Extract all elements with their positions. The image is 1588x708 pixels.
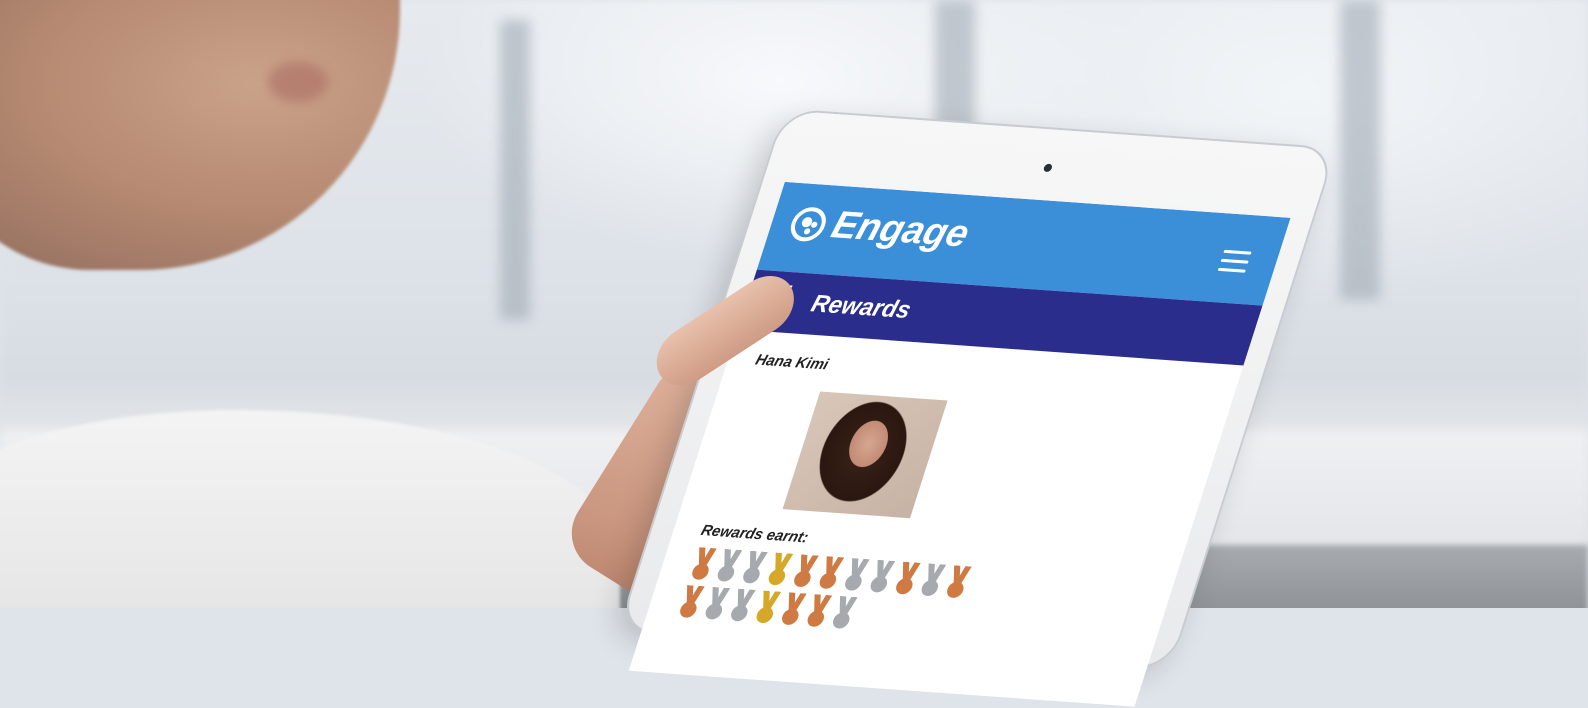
app-name: Engage	[826, 204, 975, 256]
avatar	[782, 391, 948, 519]
camera-icon	[1042, 163, 1054, 173]
engage-logo-icon	[786, 205, 831, 242]
person-lips	[268, 62, 328, 102]
hamburger-menu-icon[interactable]	[1216, 249, 1252, 279]
window-frame	[500, 20, 530, 320]
window-frame	[1340, 0, 1380, 300]
rewards-content: Hana Kimi Rewards earnt:	[638, 329, 1243, 676]
app-logo[interactable]: Engage	[785, 201, 974, 256]
medal-list	[672, 547, 990, 644]
section-title: Rewards	[807, 290, 915, 325]
